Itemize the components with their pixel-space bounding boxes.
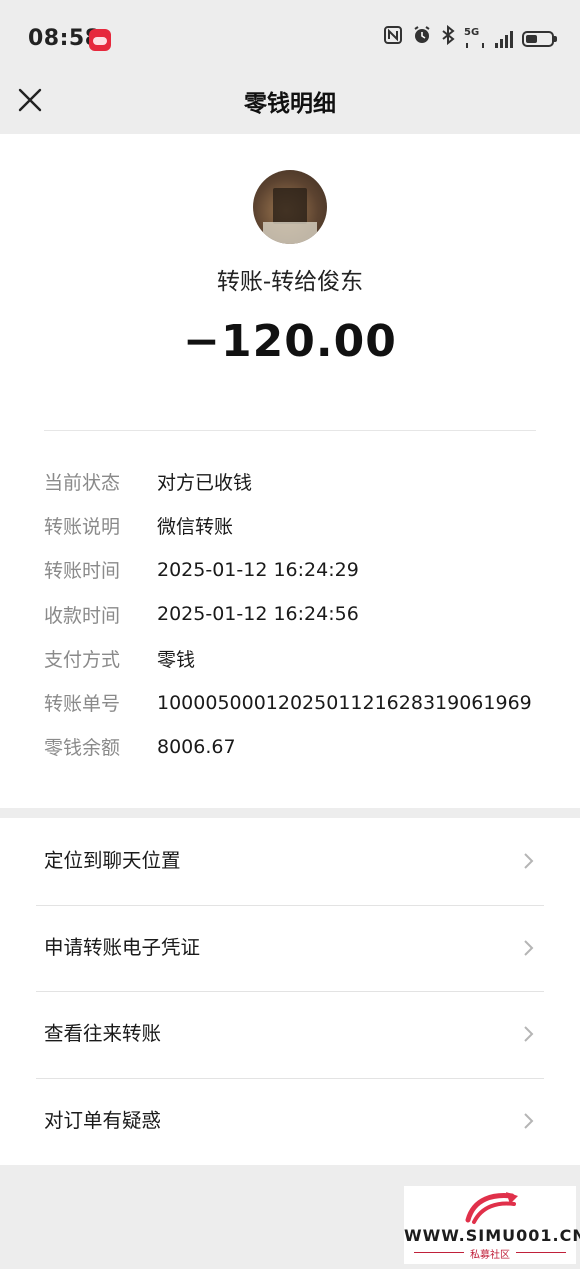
nfc-icon xyxy=(383,25,403,53)
detail-row-payment-method: 支付方式 零钱 xyxy=(44,636,544,680)
divider xyxy=(44,430,536,431)
action-label: 定位到聊天位置 xyxy=(44,849,181,872)
detail-value: 2025-01-12 16:24:56 xyxy=(157,603,359,626)
detail-value: 8006.67 xyxy=(157,735,236,758)
chevron-right-icon xyxy=(524,1026,534,1042)
detail-value: 对方已收钱 xyxy=(157,471,253,494)
detail-value: 2025-01-12 16:24:29 xyxy=(157,558,359,581)
detail-row-balance: 零钱余额 8006.67 xyxy=(44,725,544,769)
detail-list: 当前状态 对方已收钱 转账说明 微信转账 转账时间 2025-01-12 16:… xyxy=(44,459,544,769)
system-icons: 5G xyxy=(383,24,557,53)
transaction-amount: −120.00 xyxy=(183,316,397,367)
detail-label: 转账单号 xyxy=(44,693,121,716)
request-voucher-button[interactable]: 申请转账电子凭证 xyxy=(0,904,580,992)
page-title: 零钱明细 xyxy=(244,91,336,117)
detail-row-receive-time: 收款时间 2025-01-12 16:24:56 xyxy=(44,592,544,636)
action-list: 定位到聊天位置 申请转账电子凭证 查看往来转账 对订单有疑惑 xyxy=(0,818,580,1165)
5g-signal-icon: 5G xyxy=(464,26,486,52)
detail-label: 转账时间 xyxy=(44,560,121,583)
watermark-rule xyxy=(516,1252,566,1253)
chevron-right-icon xyxy=(524,853,534,869)
detail-label: 转账说明 xyxy=(44,515,121,538)
action-label: 查看往来转账 xyxy=(44,1022,162,1045)
transaction-title: 转账-转给俊东 xyxy=(216,269,364,295)
watermark: WWW.SIMU001.CN 私募社区 xyxy=(404,1186,580,1264)
detail-value: 1000050001202501121628319061969 xyxy=(157,691,532,714)
network-type-label: 5G xyxy=(464,27,480,38)
detail-label: 支付方式 xyxy=(44,648,121,671)
chevron-right-icon xyxy=(524,939,534,956)
detail-value: 微信转账 xyxy=(157,515,234,538)
detail-label: 当前状态 xyxy=(44,471,121,494)
watermark-subtitle: 私募社区 xyxy=(470,1250,510,1261)
detail-row-status: 当前状态 对方已收钱 xyxy=(44,459,544,503)
view-transfers-button[interactable]: 查看往来转账 xyxy=(0,991,580,1078)
action-label: 对订单有疑惑 xyxy=(44,1108,162,1132)
transaction-detail-card: 转账-转给俊东 −120.00 当前状态 对方已收钱 转账说明 微信转账 转账时… xyxy=(0,134,580,808)
locate-chat-button[interactable]: 定位到聊天位置 xyxy=(0,818,580,905)
app-notification-icon xyxy=(89,29,111,51)
watermark-url: WWW.SIMU001.CN xyxy=(404,1226,580,1245)
battery-icon xyxy=(522,31,557,47)
watermark-logo-icon xyxy=(465,1192,518,1224)
detail-row-transfer-id: 转账单号 1000050001202501121628319061969 xyxy=(44,680,544,724)
detail-row-transfer-time: 转账时间 2025-01-12 16:24:29 xyxy=(44,548,544,592)
detail-label: 零钱余额 xyxy=(44,737,121,760)
order-question-button[interactable]: 对订单有疑惑 xyxy=(0,1077,580,1165)
signal-bars-icon xyxy=(495,30,513,48)
detail-value: 零钱 xyxy=(157,648,196,671)
chevron-right-icon xyxy=(524,1112,534,1129)
alarm-icon xyxy=(412,25,432,53)
detail-label: 收款时间 xyxy=(44,604,121,627)
status-bar: 08:58 5G xyxy=(0,0,580,78)
action-label: 申请转账电子凭证 xyxy=(44,935,201,959)
bluetooth-icon xyxy=(441,24,455,53)
recipient-avatar xyxy=(253,170,327,244)
detail-row-note: 转账说明 微信转账 xyxy=(44,503,544,547)
nav-bar: 零钱明细 xyxy=(0,78,580,134)
